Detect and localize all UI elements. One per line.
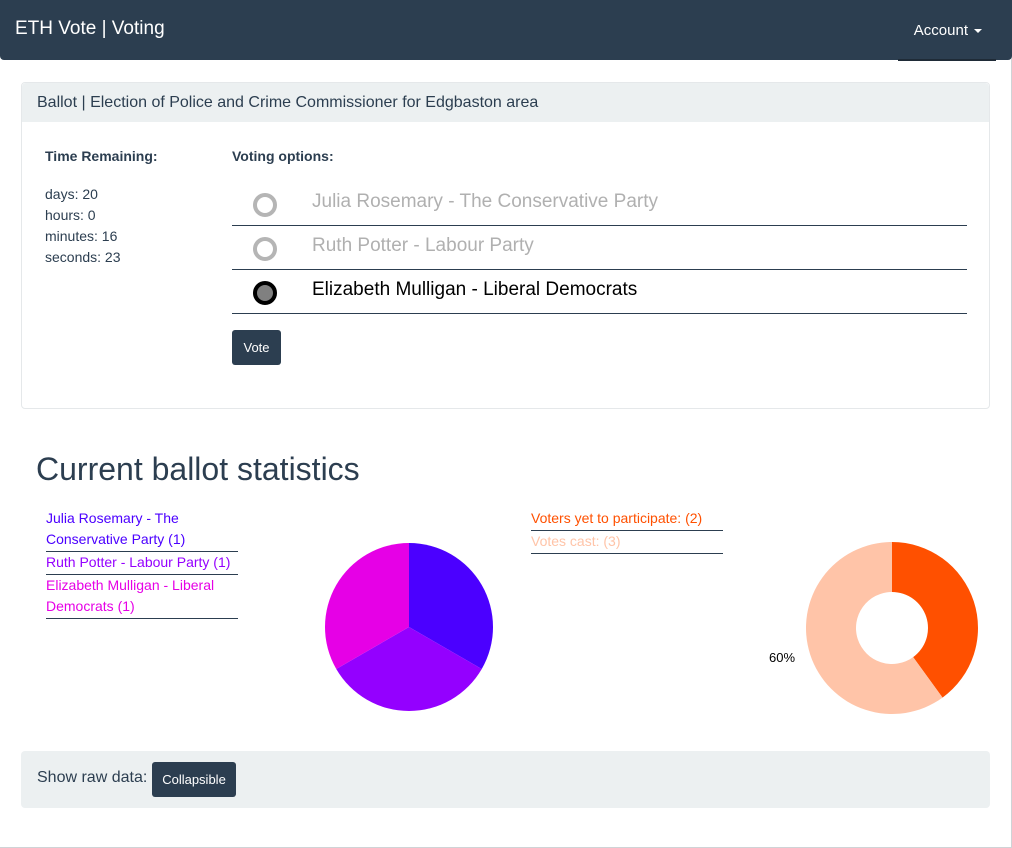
time-remaining-list: days: 20 hours: 0 minutes: 16 seconds: 2… bbox=[45, 184, 121, 268]
time-remaining-heading: Time Remaining: bbox=[45, 148, 158, 164]
app-brand[interactable]: ETH Vote | Voting bbox=[15, 18, 165, 40]
voting-option[interactable]: Elizabeth Mulligan - Liberal Democrats bbox=[232, 270, 967, 314]
account-dropdown[interactable]: Account bbox=[914, 22, 982, 39]
voting-options-heading: Voting options: bbox=[232, 148, 334, 164]
top-navbar: ETH Vote | Voting Account bbox=[0, 0, 1012, 60]
legend-item-ruth-potter[interactable]: Ruth Potter - Labour Party (1) bbox=[46, 552, 238, 575]
radio-button[interactable] bbox=[253, 237, 277, 261]
legend-label[interactable]: Votes cast: (3) bbox=[531, 531, 723, 552]
candidates-pie-chart bbox=[325, 543, 493, 711]
collapsible-button[interactable]: Collapsible bbox=[152, 762, 236, 797]
raw-data-panel: Show raw data: Collapsible bbox=[21, 751, 990, 808]
stats-title: Current ballot statistics bbox=[36, 451, 360, 487]
legend-item-elizabeth-mulligan[interactable]: Elizabeth Mulligan - Liberal Democrats (… bbox=[46, 575, 238, 619]
time-days: days: 20 bbox=[45, 186, 98, 202]
participation-legend: Voters yet to participate: (2) Votes cas… bbox=[531, 508, 723, 554]
participation-donut-chart bbox=[805, 542, 978, 714]
vote-button[interactable]: Vote bbox=[232, 330, 281, 365]
caret-down-icon bbox=[974, 29, 982, 34]
ballot-header: Ballot | Election of Police and Crime Co… bbox=[22, 83, 989, 122]
legend-label[interactable]: Elizabeth Mulligan - Liberal Democrats (… bbox=[46, 575, 238, 617]
voting-options-list: Julia Rosemary - The Conservative Party … bbox=[232, 182, 967, 314]
voting-option-label[interactable]: Elizabeth Mulligan - Liberal Democrats bbox=[312, 279, 637, 301]
legend-item-julia-rosemary[interactable]: Julia Rosemary - The Conservative Party … bbox=[46, 508, 238, 552]
account-label: Account bbox=[913, 22, 968, 39]
voting-option[interactable]: Julia Rosemary - The Conservative Party bbox=[232, 182, 967, 226]
account-underline bbox=[898, 59, 996, 61]
legend-item-voters-yet[interactable]: Voters yet to participate: (2) bbox=[531, 508, 723, 531]
candidates-legend: Julia Rosemary - The Conservative Party … bbox=[46, 508, 238, 619]
donut-percent-label: 60% bbox=[769, 650, 796, 665]
ballot-panel: Ballot | Election of Police and Crime Co… bbox=[21, 82, 990, 409]
time-seconds: seconds: 23 bbox=[45, 249, 121, 265]
legend-label[interactable]: Ruth Potter - Labour Party (1) bbox=[46, 552, 238, 573]
radio-button[interactable] bbox=[253, 281, 277, 305]
voting-option-label[interactable]: Ruth Potter - Labour Party bbox=[312, 235, 534, 257]
time-hours: hours: 0 bbox=[45, 207, 96, 223]
legend-label[interactable]: Julia Rosemary - The Conservative Party … bbox=[46, 508, 238, 550]
radio-button[interactable] bbox=[253, 193, 277, 217]
voting-option-label[interactable]: Julia Rosemary - The Conservative Party bbox=[312, 191, 658, 213]
legend-item-votes-cast[interactable]: Votes cast: (3) bbox=[531, 531, 723, 554]
raw-data-label: Show raw data: bbox=[37, 769, 148, 786]
legend-label[interactable]: Voters yet to participate: (2) bbox=[531, 508, 723, 529]
voting-option[interactable]: Ruth Potter - Labour Party bbox=[232, 226, 967, 270]
time-minutes: minutes: 16 bbox=[45, 228, 118, 244]
